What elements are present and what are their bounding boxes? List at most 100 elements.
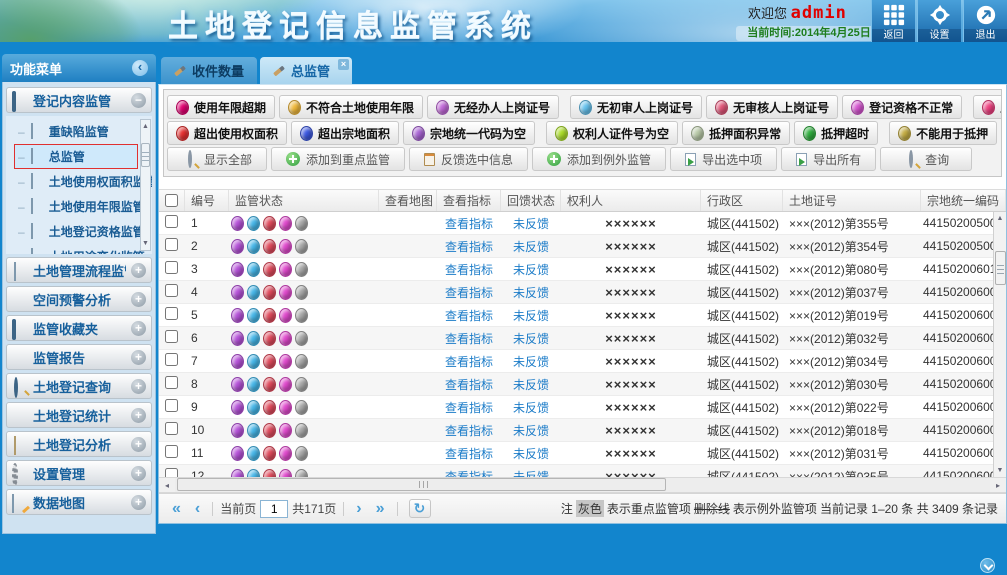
view-indicators-link[interactable]: 查看指标 [437,261,501,278]
scroll-down-button[interactable] [980,558,995,573]
scroll-down-icon[interactable]: ▼ [997,464,1004,477]
tab-label: 总监管 [291,61,330,80]
filter-use-years-overdue[interactable]: 使用年限超期 [167,95,275,119]
filter-exceed-parcel-area[interactable]: 超出宗地面积 [291,121,399,145]
scroll-down-icon[interactable]: ▼ [142,237,149,250]
sidebar-item-land-use-area[interactable]: – 土地使用权面积监管 [14,169,138,194]
row-checkbox[interactable] [165,468,178,477]
add-to-exception-button[interactable]: 添加到例外监管 [532,147,666,171]
view-indicators-link[interactable]: 查看指标 [437,399,501,416]
page-number-input[interactable] [260,500,288,518]
filter-abnormal-qualification[interactable]: 登记资格不正常 [842,95,962,119]
sidebar-item-registration-qualification[interactable]: – 土地登记资格监管 [14,219,138,244]
scrollbar-thumb[interactable] [141,143,150,167]
scroll-left-icon[interactable]: ◂ [159,481,175,490]
export-selected-button[interactable]: 导出选中项 [670,147,777,171]
first-page-button[interactable]: « [167,500,186,518]
sidebar-group-process[interactable]: 土地管理流程监管 + [6,257,152,283]
scrollbar-thumb[interactable] [177,478,666,491]
sidebar-group-spatial-warning[interactable]: 空间预警分析 + [6,286,152,312]
expand-toggle-icon[interactable]: + [131,321,146,336]
sidebar-group-favorites[interactable]: 监管收藏夹 + [6,315,152,341]
row-checkbox[interactable] [165,215,178,228]
view-indicators-link[interactable]: 查看指标 [437,422,501,439]
sidebar-group-analysis[interactable]: 土地登记分析 + [6,431,152,457]
refresh-button[interactable]: ↻ [409,499,431,518]
tab-receipt-count[interactable]: 收件数量 [161,57,257,84]
exit-button[interactable]: 退出 [963,0,1007,42]
view-indicators-link[interactable]: 查看指标 [437,307,501,324]
row-checkbox[interactable] [165,399,178,412]
filter-empty-parcel-code[interactable]: 宗地统一代码为空 [403,121,535,145]
filter-not-mortgageable[interactable]: 不能用于抵押 [889,121,997,145]
settings-button[interactable]: 设置 [917,0,961,42]
sidebar-item-land-use-change[interactable]: – 土地用途变化监管 [14,244,138,254]
expand-toggle-icon[interactable]: + [131,263,146,278]
row-checkbox[interactable] [165,330,178,343]
view-indicators-link[interactable]: 查看指标 [437,215,501,232]
show-all-button[interactable]: 显示全部 [167,147,267,171]
expand-toggle-icon[interactable]: + [131,495,146,510]
sidebar-item-defect[interactable]: – 重缺陷监管 [14,119,138,144]
row-checkbox[interactable] [165,307,178,320]
filter-nonconforming-use-years[interactable]: 不符合土地使用年限 [279,95,423,119]
username: admin [791,3,847,23]
export-all-button[interactable]: 导出所有 [781,147,876,171]
view-indicators-link[interactable]: 查看指标 [437,445,501,462]
sidebar-group-settings[interactable]: 设置管理 + [6,460,152,486]
sidebar-item-land-use-years[interactable]: – 土地使用年限监管 [14,194,138,219]
scroll-right-icon[interactable]: ▸ [990,481,1006,490]
view-indicators-link[interactable]: 查看指标 [437,238,501,255]
row-checkbox[interactable] [165,284,178,297]
row-checkbox[interactable] [165,238,178,251]
row-checkbox[interactable] [165,445,178,458]
add-to-key-supervision-button[interactable]: 添加到重点监管 [271,147,405,171]
row-checkbox[interactable] [165,353,178,366]
expand-toggle-icon[interactable]: + [131,408,146,423]
filter-empty-owner-id[interactable]: 权利人证件号为空 [546,121,678,145]
prev-page-button[interactable]: ‹ [190,500,205,518]
view-indicators-link[interactable]: 查看指标 [437,284,501,301]
scroll-up-icon[interactable]: ▲ [997,212,1004,225]
scroll-up-icon[interactable]: ▲ [142,120,149,133]
filter-seizure-overtime[interactable]: 查封超时 [1001,121,1002,145]
next-page-button[interactable]: › [351,500,366,518]
filter-no-handler-cert[interactable]: 无经办人上岗证号 [427,95,559,119]
row-checkbox[interactable] [165,261,178,274]
sidebar-group-query[interactable]: 土地登记查询 + [6,373,152,399]
sidebar-group-statistics[interactable]: 土地登记统计 + [6,402,152,428]
subitem-label: 土地登记资格监管 [49,223,145,240]
filter-no-auditor-cert[interactable]: 无审核人上岗证号 [706,95,838,119]
filter-land-use-change-abnormal[interactable]: 土地用途变化异常 [973,95,1002,119]
view-indicators-link[interactable]: 查看指标 [437,330,501,347]
filter-exceed-use-right-area[interactable]: 超出使用权面积 [167,121,287,145]
search-icon [182,152,198,167]
sidebar-group-data-map[interactable]: 数据地图 + [6,489,152,515]
filter-mortgage-overtime[interactable]: 抵押超时 [794,121,878,145]
select-all-checkbox[interactable] [165,194,178,207]
view-indicators-link[interactable]: 查看指标 [437,376,501,393]
back-button[interactable]: 返回 [871,0,915,42]
filter-mortgage-area-abnormal[interactable]: 抵押面积异常 [682,121,790,145]
expand-toggle-icon[interactable]: + [131,292,146,307]
tab-general-supervision[interactable]: 总监管 × [260,57,352,84]
sidebar-group-registration-content[interactable]: 登记内容监管 − [6,87,152,113]
sidebar-item-general-supervision[interactable]: – 总监管 [14,144,138,169]
sidebar-collapse-button[interactable]: ‹ [132,60,148,76]
scrollbar-thumb[interactable] [995,251,1006,285]
expand-toggle-icon[interactable]: + [131,437,146,452]
last-page-button[interactable]: » [371,500,390,518]
expand-toggle-icon[interactable]: + [131,350,146,365]
collapse-toggle-icon[interactable]: − [131,93,146,108]
feedback-selected-button[interactable]: 反馈选中信息 [409,147,528,171]
expand-toggle-icon[interactable]: + [131,379,146,394]
row-checkbox[interactable] [165,422,178,435]
close-icon[interactable]: × [338,59,349,70]
query-button[interactable]: 查询 [880,147,972,171]
filter-no-first-reviewer-cert[interactable]: 无初审人上岗证号 [570,95,702,119]
expand-toggle-icon[interactable]: + [131,466,146,481]
sidebar-group-report[interactable]: 监管报告 + [6,344,152,370]
view-indicators-link[interactable]: 查看指标 [437,468,501,478]
view-indicators-link[interactable]: 查看指标 [437,353,501,370]
row-checkbox[interactable] [165,376,178,389]
